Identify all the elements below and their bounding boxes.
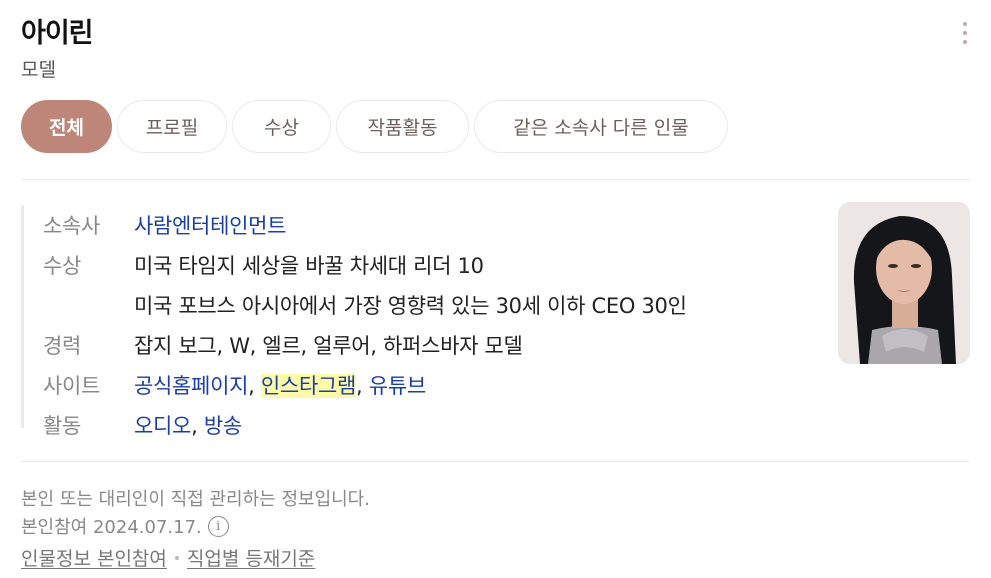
listing-criteria-link[interactable]: 직업별 등재기준 — [187, 544, 315, 571]
more-options-icon[interactable] — [958, 22, 972, 44]
sites-label: 사이트 — [43, 374, 101, 398]
person-name: 아이린 — [21, 18, 94, 49]
separator: , — [248, 374, 255, 398]
person-occupation: 모델 — [21, 59, 56, 81]
participation-date: 본인참여 2024.07.17. — [21, 517, 202, 538]
career-row: 경력 잡지 보그, W, 엘르, 얼루어, 하퍼스바자 모델 — [43, 326, 687, 366]
separator: , — [191, 414, 198, 438]
site-link-youtube[interactable]: 유튜브 — [369, 374, 426, 398]
career-label: 경력 — [43, 334, 82, 358]
award-item: 미국 타임지 세상을 바꿀 차세대 리더 10 — [134, 254, 484, 278]
dot-separator — [174, 555, 179, 560]
tab-same-agency[interactable]: 같은 소속사 다른 인물 — [474, 100, 728, 153]
sites-row: 사이트 공식홈페이지, 인스타그램, 유튜브 — [43, 366, 687, 406]
separator: , — [356, 374, 363, 398]
activity-row: 활동 오디오, 방송 — [43, 406, 687, 446]
info-icon[interactable]: i — [207, 515, 229, 537]
divider — [21, 461, 970, 462]
career-value: 잡지 보그, W, 엘르, 얼루어, 하퍼스바자 모델 — [134, 334, 523, 358]
award-item: 미국 포브스 아시아에서 가장 영향력 있는 30세 이하 CEO 30인 — [134, 294, 687, 318]
tab-all[interactable]: 전체 — [21, 100, 112, 153]
agency-row: 소속사 사람엔터테인먼트 — [43, 206, 687, 246]
divider — [21, 179, 970, 180]
managed-notice: 본인 또는 대리인이 직접 관리하는 정보입니다. — [21, 489, 370, 510]
tab-awards[interactable]: 수상 — [232, 100, 331, 153]
participation-info: 본인참여 2024.07.17. i — [21, 513, 229, 539]
agency-link[interactable]: 사람엔터테인먼트 — [134, 206, 286, 246]
portrait-image — [838, 202, 970, 364]
profile-photo[interactable] — [838, 202, 970, 364]
footer-links: 인물정보 본인참여 직업별 등재기준 — [21, 544, 315, 571]
awards-row-2: 미국 포브스 아시아에서 가장 영향력 있는 30세 이하 CEO 30인 — [43, 286, 687, 326]
agency-label: 소속사 — [43, 214, 101, 238]
profile-info: 소속사 사람엔터테인먼트 수상 미국 타임지 세상을 바꿀 차세대 리더 10 … — [21, 206, 687, 438]
tab-profile[interactable]: 프로필 — [117, 100, 227, 153]
activity-link-broadcast[interactable]: 방송 — [204, 414, 242, 438]
site-link-instagram[interactable]: 인스타그램 — [260, 374, 356, 398]
awards-label: 수상 — [43, 254, 82, 278]
tab-bar: 전체 프로필 수상 작품활동 같은 소속사 다른 인물 — [21, 100, 728, 153]
activity-link-audio[interactable]: 오디오 — [134, 414, 191, 438]
site-link-official[interactable]: 공식홈페이지 — [134, 374, 248, 398]
self-participation-link[interactable]: 인물정보 본인참여 — [21, 544, 167, 571]
tab-works[interactable]: 작품활동 — [336, 100, 469, 153]
activity-label: 활동 — [43, 414, 82, 438]
awards-row: 수상 미국 타임지 세상을 바꿀 차세대 리더 10 — [43, 246, 687, 286]
